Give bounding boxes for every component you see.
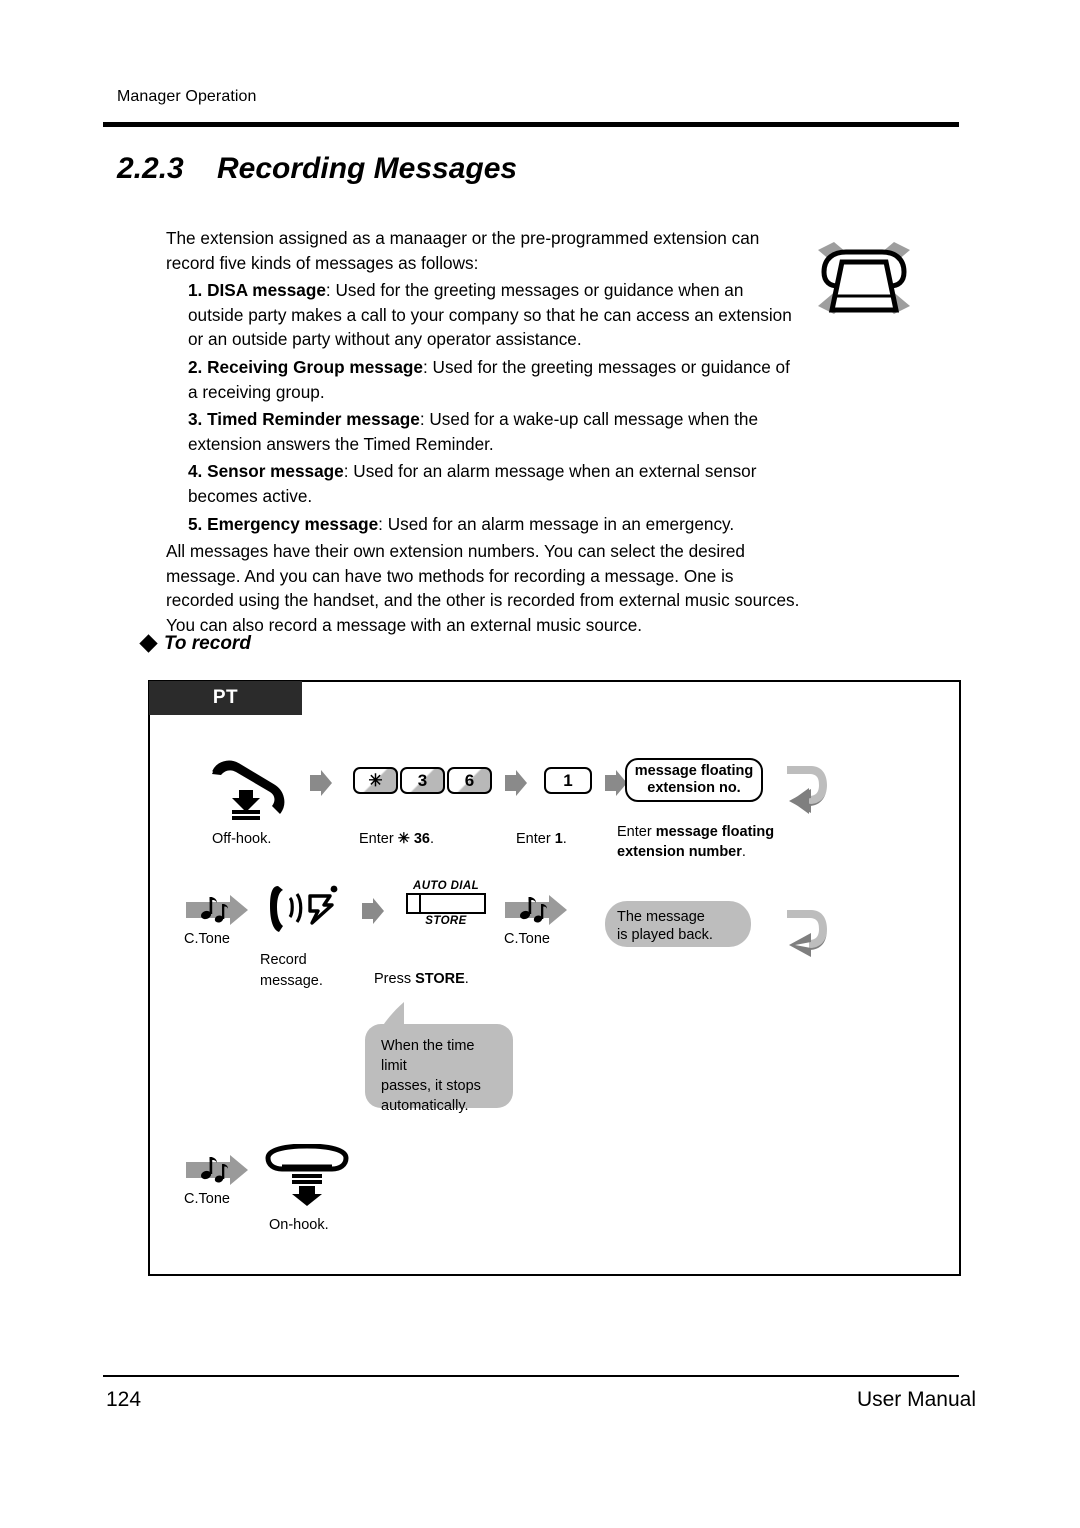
confirmation-tone-icon [186,894,248,926]
intro-paragraph: The extension assigned as a manaager or … [166,228,760,273]
item-label: 5. Emergency message [188,513,379,534]
key-1[interactable]: 1 [544,767,592,794]
pill-line-2: extension no. [647,780,741,796]
enter-one-value: 1 [554,831,563,847]
press-store-bold: STORE [415,971,465,987]
pt-tab-label: PT [149,681,302,715]
enter-extension-caption: Enter message floating extension number. [617,822,774,862]
item-text: : Used for an alarm message in an emerge… [378,513,735,534]
enter-one-prefix: Enter [516,831,555,847]
record-message-caption: Record message. [260,950,323,992]
enter-code-suffix: . [430,831,435,847]
pt-procedure-box: PT Off-hook. ✳ 3 6 Enter ✳ 36. 1 Enter 1… [148,680,961,1276]
note-line-1: When the time limit [381,1038,475,1074]
manual-label: User Manual [856,1388,976,1411]
ctone-right-caption: C.Tone [504,931,550,947]
key-3[interactable]: 3 [400,767,445,794]
record-message-icon [268,880,346,938]
caption-bold-1: message floating [655,824,775,840]
auto-dial-store-key[interactable]: AUTO DIAL STORE [403,880,489,927]
playback-line-1: The message [617,909,705,925]
telephone-disabled-icon [808,228,920,326]
record-line-1: Record [260,952,307,968]
key-6[interactable]: 6 [447,767,492,794]
confirmation-tone-icon [505,894,567,926]
auto-dial-label: AUTO DIAL [413,880,479,892]
item-label: 1. DISA message [188,280,326,301]
playback-balloon: The message is played back. [605,901,751,947]
to-record-heading: To record [139,633,251,655]
caption-prefix: Enter [617,824,656,840]
loop-arrow-icon [775,756,831,814]
caption-suffix: . [741,844,746,860]
message-type-item: 2. Receiving Group message: Used for the… [188,355,802,404]
message-floating-extension-pill[interactable]: message floating extension no. [625,758,763,802]
ctone-left-caption: C.Tone [184,931,230,947]
on-hook-icon [262,1143,352,1206]
message-type-item: 4. Sensor message: Used for an alarm mes… [188,459,802,508]
page-number: 124 [106,1388,142,1411]
loop-arrow-icon [775,900,831,958]
flow-arrow-icon [505,770,527,796]
press-store-caption: Press STORE. [374,970,469,988]
item-label: 3. Timed Reminder message [188,409,420,430]
enter-code-caption: Enter ✳ 36. [359,830,434,848]
flow-arrow-icon [605,770,627,796]
pill-line-1: message floating [634,763,754,779]
time-limit-note-balloon: When the time limit passes, it stops aut… [365,1024,513,1114]
enter-one-suffix: . [562,831,567,847]
note-line-2: passes, it stops [381,1078,481,1094]
off-hook-icon [202,754,296,824]
key-asterisk[interactable]: ✳ [353,767,398,794]
record-line-2: message. [260,973,323,989]
header-divider [103,122,959,127]
to-record-label: To record [164,633,251,654]
caption-bold-2: extension number [617,844,742,860]
note-line-3: automatically. [381,1098,469,1114]
page-title: 2.2.3 Recording Messages [117,152,517,186]
press-prefix: Press [374,971,416,987]
enter-code-value: ✳ 36 [397,831,430,847]
item-label: 4. Sensor message [188,461,344,482]
diamond-bullet-icon [139,634,158,653]
body-copy: The extension assigned as a manaager or … [166,226,802,638]
closing-paragraph: All messages have their own extension nu… [166,541,800,635]
footer-divider [103,1375,959,1377]
message-type-item: 3. Timed Reminder message: Used for a wa… [188,407,802,456]
message-type-item: 1. DISA message: Used for the greeting m… [188,278,802,352]
enter-one-caption: Enter 1. [516,830,567,848]
running-head: Manager Operation [117,88,257,105]
section-number: 2.2.3 [117,152,184,185]
message-type-item: 5. Emergency message: Used for an alarm … [188,512,802,537]
ctone-row3-caption: C.Tone [184,1191,230,1207]
off-hook-caption: Off-hook. [212,831,272,847]
confirmation-tone-icon [186,1154,248,1186]
flow-arrow-icon [362,898,384,924]
item-label: 2. Receiving Group message [188,356,423,377]
key-slot-icon [406,893,486,914]
store-label: STORE [425,915,467,927]
on-hook-caption: On-hook. [269,1217,329,1233]
flow-arrow-icon [310,770,332,796]
section-title-text: Recording Messages [217,152,518,185]
press-suffix: . [464,971,469,987]
playback-line-2: is played back. [617,927,713,943]
enter-code-prefix: Enter [359,831,398,847]
